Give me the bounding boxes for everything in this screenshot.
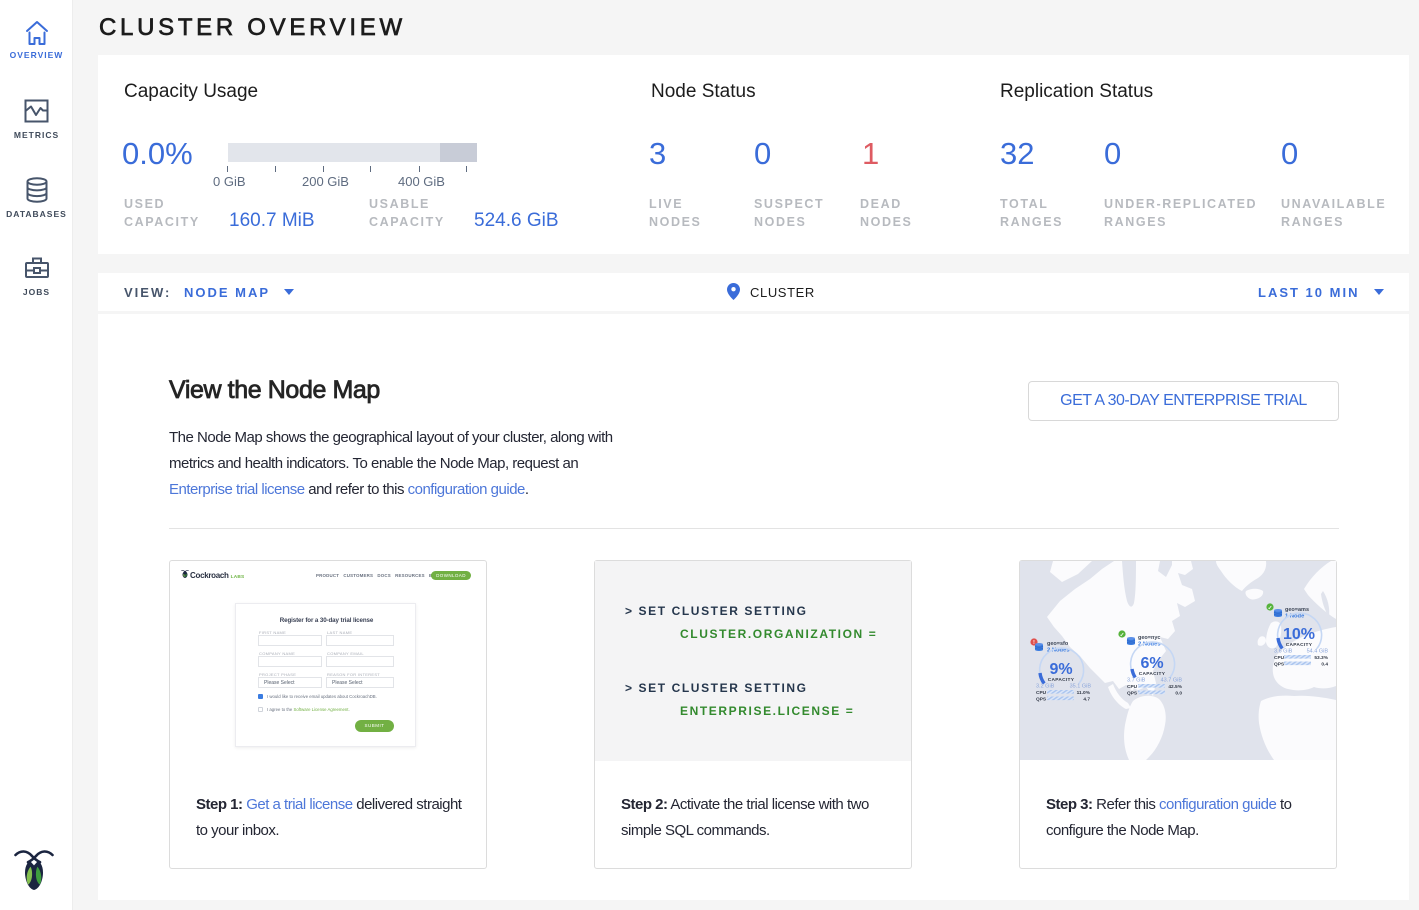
svg-text:QPS: QPS xyxy=(1036,697,1047,703)
svg-text:9%: 9% xyxy=(1049,661,1072,678)
svg-text:4.7: 4.7 xyxy=(1083,697,1090,703)
svg-text:QPS: QPS xyxy=(1274,662,1285,668)
svg-text:geo=ams: geo=ams xyxy=(1285,607,1309,613)
svg-text:3.6 GiB: 3.6 GiB xyxy=(1274,649,1293,655)
svg-text:CAPACITY: CAPACITY xyxy=(1286,642,1313,648)
svg-text:54.4 GiB: 54.4 GiB xyxy=(1307,649,1329,655)
svg-text:3.2 GiB: 3.2 GiB xyxy=(1036,684,1055,690)
svg-text:43.7 GiB: 43.7 GiB xyxy=(1161,678,1183,684)
svg-text:0.4: 0.4 xyxy=(1321,662,1328,668)
svg-text:QPS: QPS xyxy=(1127,691,1138,697)
svg-text:53.3%: 53.3% xyxy=(1314,655,1328,661)
svg-text:geo=nyc: geo=nyc xyxy=(1138,635,1160,641)
svg-text:6%: 6% xyxy=(1140,655,1163,672)
svg-text:✓: ✓ xyxy=(1268,605,1273,611)
svg-text:35.1 GiB: 35.1 GiB xyxy=(1070,684,1092,690)
svg-text:CPU: CPU xyxy=(1127,684,1138,690)
svg-text:CAPACITY: CAPACITY xyxy=(1139,671,1166,677)
svg-text:0.0: 0.0 xyxy=(1175,691,1182,697)
svg-text:geo=sfo: geo=sfo xyxy=(1047,641,1069,647)
svg-text:42.5%: 42.5% xyxy=(1168,684,1182,690)
svg-text:CAPACITY: CAPACITY xyxy=(1048,677,1075,683)
svg-text:✓: ✓ xyxy=(1120,632,1125,638)
svg-text:3.7 GiB: 3.7 GiB xyxy=(1127,678,1146,684)
svg-text:CPU: CPU xyxy=(1036,690,1047,696)
svg-text:CPU: CPU xyxy=(1274,655,1285,661)
svg-text:10%: 10% xyxy=(1283,626,1315,643)
svg-text:11.0%: 11.0% xyxy=(1077,690,1091,696)
